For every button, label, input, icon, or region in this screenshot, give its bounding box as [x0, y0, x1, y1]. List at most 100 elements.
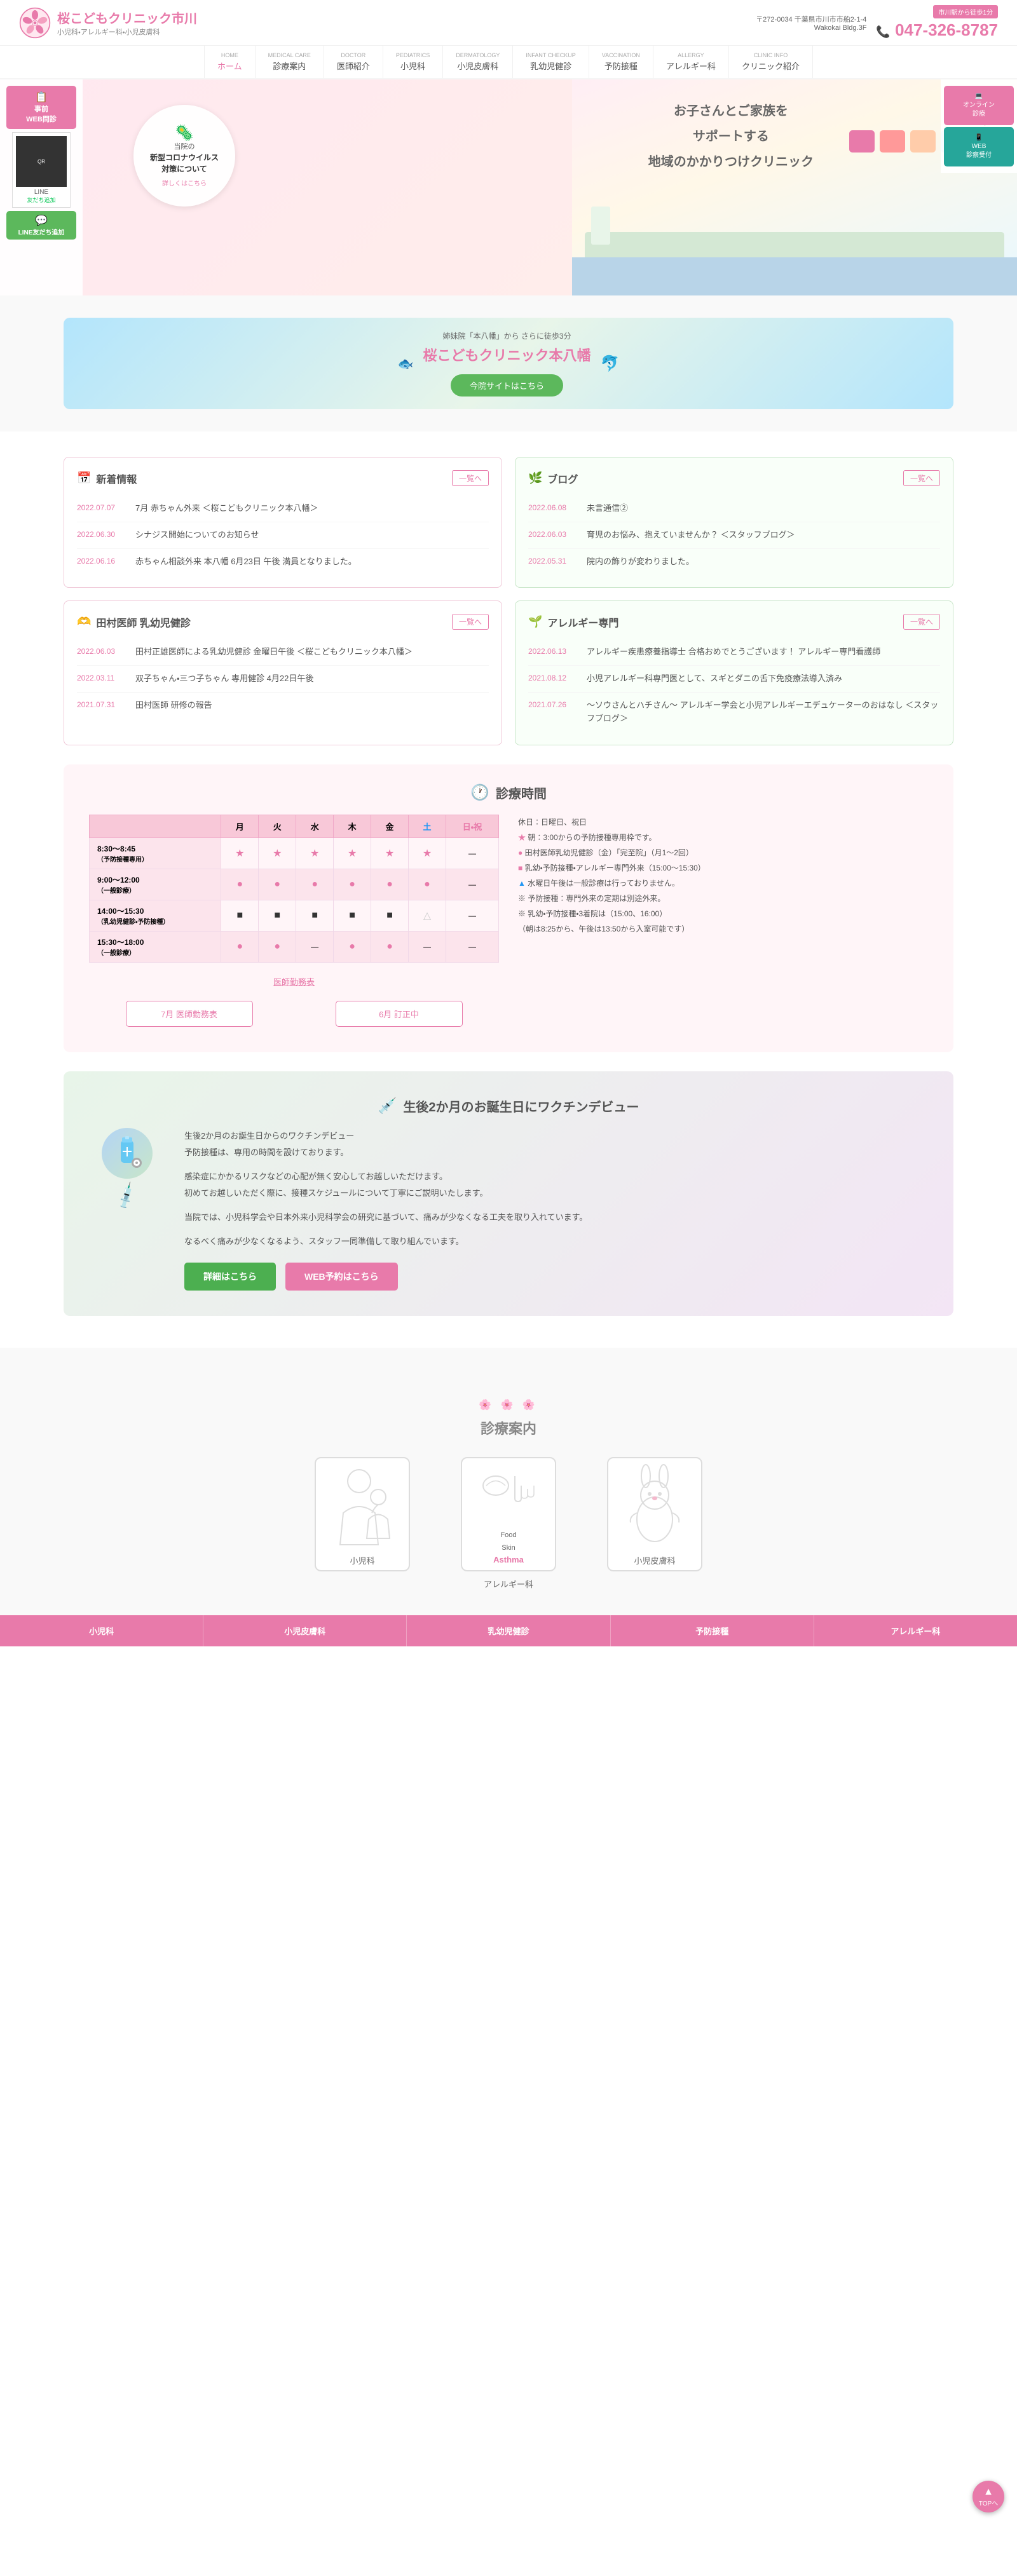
schedule-title: 🕐 診療時間 — [89, 783, 928, 802]
covid-badge-link[interactable]: 詳しくはこちら — [162, 178, 207, 187]
vaccine-web-btn[interactable]: WEB予約はこちら — [285, 1263, 398, 1291]
bottom-nav-vaccine[interactable]: 予防接種 — [611, 1615, 814, 1646]
infant-text-2: 双子ちゃん・三つ子ちゃん 専用健診 4月22日午後 — [135, 672, 313, 686]
nav-item-derm[interactable]: DERMATOLOGY 小児皮膚科 — [443, 46, 513, 78]
logo-icon — [19, 7, 51, 39]
to-top-button[interactable]: ▲ TOPへ — [973, 2481, 1004, 2512]
nav-en-medical: MEDICAL CARE — [268, 52, 311, 58]
nav-item-medical[interactable]: MEDICAL CARE 診療案内 — [256, 46, 324, 78]
online-label: オンライン診療 — [947, 101, 1011, 119]
phone-area: 市川駅から徒歩1分 📞 047-326-8787 — [876, 5, 998, 40]
line-btn[interactable]: 💬 LINE友だち追加 — [6, 211, 76, 240]
allergy-svg — [470, 1463, 547, 1527]
new-clinic-btn[interactable]: 今院サイトはこちら — [451, 374, 563, 397]
schedule-row2-mon: ● — [221, 869, 259, 900]
schedule-row3-thu: ■ — [334, 900, 371, 931]
address-box: 〒272-0034 千葉県市川市市船2-1-4 Wakokai Bldg.3F — [756, 14, 866, 32]
schedule-row1-thu: ★ — [334, 837, 371, 869]
nav-en-allergy: ALLERGY — [678, 52, 704, 58]
allergy-text-1: アレルギー疾患療養指導士 合格おめでとうございます！ アレルギー専門看護師 — [587, 646, 880, 659]
infant-date-3: 2021.07.31 — [77, 699, 128, 712]
infant-card-header: 🫶 田村医師 乳幼児健診 一覧へ — [77, 614, 489, 630]
syringe-icon: 💉 — [111, 1181, 143, 1212]
flower-decoration: 🌸 🌸 🌸 — [25, 1392, 992, 1418]
news-text-2: シナジス開始についてのお知らせ — [135, 529, 259, 542]
schedule-row1-tue: ★ — [259, 837, 296, 869]
nav-item-pediatrics[interactable]: PEDIATRICS 小児科 — [383, 46, 443, 78]
line-label: LINE — [16, 189, 67, 196]
schedule-header-fri: 金 — [371, 815, 409, 837]
allergy-item-1: 2022.06.13 アレルギー疾患療養指導士 合格おめでとうございます！ アレ… — [528, 639, 940, 666]
nav-item-vaccine[interactable]: VACCINATION 予防接種 — [589, 46, 653, 78]
bottom-nav-infant[interactable]: 乳幼児健診 — [407, 1615, 610, 1646]
pediatrics-label: 小児科 — [350, 1554, 374, 1566]
bottom-nav: 小児科 小児皮膚科 乳幼児健診 予防接種 アレルギー科 — [0, 1615, 1017, 1646]
nav-item-home[interactable]: HOME ホーム — [204, 46, 256, 78]
schedule-header-tue: 火 — [259, 815, 296, 837]
schedule-header-wed: 水 — [296, 815, 334, 837]
bottom-nav-pediatrics[interactable]: 小児科 — [0, 1615, 203, 1646]
news-item-1: 2022.07.07 7月 赤ちゃん外来 ＜桜こどもクリニック本八幡＞ — [77, 496, 489, 522]
allergy-text-3: 〜ソウさんとハチさん〜 アレルギー学会と小児アレルギーエデュケーターのおはなし … — [587, 699, 940, 726]
nav-en-infant: INFANT CHECKUP — [526, 52, 575, 58]
nav-label-derm: 小児皮膚科 — [457, 60, 498, 72]
web-consultation-btn[interactable]: 📋 事前 WEB問診 — [6, 86, 76, 129]
allergy-card-icon: Food Skin Asthma — [461, 1457, 556, 1571]
nav-item-clinic[interactable]: CLINIC INFO クリニック紹介 — [729, 46, 813, 78]
july-schedule-btn[interactable]: 7月 医師勤務表 — [126, 1001, 253, 1027]
schedule-header-time — [90, 815, 221, 837]
blog-title: 🌿 ブログ — [528, 471, 578, 486]
bottom-nav-derm[interactable]: 小児皮膚科 — [203, 1615, 407, 1646]
medical-calendar-link[interactable]: 医師勤務表 — [89, 975, 499, 988]
schedule-row4-mon: ● — [221, 931, 259, 962]
june-schedule-btn[interactable]: 6月 訂正中 — [336, 1001, 463, 1027]
news-date-1: 2022.07.07 — [77, 502, 128, 515]
schedule-header-sat: 土 — [409, 815, 446, 837]
nav-item-doctor[interactable]: DOCTOR 医師紹介 — [324, 46, 383, 78]
address-line: 〒272-0034 千葉県市川市市船2-1-4 — [756, 14, 866, 24]
nav-label-doctor: 医師紹介 — [337, 60, 370, 72]
infant-title: 🫶 田村医師 乳幼児健診 — [77, 614, 191, 630]
online-consultation-btn[interactable]: 💻 オンライン診療 — [944, 86, 1014, 125]
vaccine-bottle-svg — [108, 1134, 146, 1172]
schedule-row4-fri: ● — [371, 931, 409, 962]
vaccine-content: 💉 生後2か月のお誕生日からのワクチンデビュー 予防接種は、専用の時間を設けてお… — [89, 1128, 928, 1291]
allergy-skin-label: Skin — [502, 1544, 515, 1552]
schedule-row3-sat: △ — [409, 900, 446, 931]
allergy-card: 🌱 アレルギー専門 一覧へ 2022.06.13 アレルギー疾患療養指導士 合格… — [515, 600, 953, 745]
schedule-header-thu: 木 — [334, 815, 371, 837]
schedule-row4-tue: ● — [259, 931, 296, 962]
vaccine-p2: 感染症にかかるリスクなどの心配が無く安心してお越しいただけます。 初めてお越しい… — [184, 1169, 928, 1202]
hero-left-panel: 📋 事前 WEB問診 QR LINE 友だち追加 💬 LINE友だち追加 — [0, 79, 83, 295]
allergy-more-link[interactable]: 一覧へ — [903, 614, 940, 630]
schedule-layout: 月 火 水 木 金 土 日・祝 8:30〜8:45（予防接種専用） ★ — [89, 815, 928, 1033]
allergy-text-2: 小児アレルギー科専門医として、スギとダニの舌下免疫療法導入済み — [587, 672, 842, 686]
nav-item-allergy[interactable]: ALLERGY アレルギー科 — [653, 46, 729, 78]
news-more-link[interactable]: 一覧へ — [452, 470, 489, 486]
web-reception-btn[interactable]: 📱 WEB診察受付 — [944, 127, 1014, 166]
nav-en-clinic: CLINIC INFO — [754, 52, 788, 58]
diagnosis-card-pediatrics[interactable]: 小児科 — [299, 1457, 426, 1590]
diagnosis-section: 🌸 🌸 🌸 診療案内 小児科 — [0, 1367, 1017, 1615]
schedule-row1-time: 8:30〜8:45（予防接種専用） — [90, 837, 221, 869]
vaccine-detail-btn[interactable]: 詳細はこちら — [184, 1263, 276, 1291]
diagnosis-card-derm[interactable]: 小児皮膚科 — [591, 1457, 718, 1590]
qr-code-area: QR LINE 友だち追加 — [12, 132, 71, 208]
nav-item-infant[interactable]: INFANT CHECKUP 乳幼児健診 — [513, 46, 589, 78]
covid-badge[interactable]: 🦠 当院の 新型コロナウイルス 対策について 詳しくはこちら — [133, 105, 235, 207]
covid-badge-title: 当院の — [174, 142, 195, 152]
blog-more-link[interactable]: 一覧へ — [903, 470, 940, 486]
news-text-3: 赤ちゃん相談外来 本八幡 6月23日 午後 満員となりました。 — [135, 555, 357, 569]
schedule-note-square: ■ 乳幼・予防接種・アレルギー専門外来（15:00〜15:30） — [518, 860, 928, 876]
schedule-row2-sat: ● — [409, 869, 446, 900]
vaccine-p4: なるべく痛みが少なくなるよう、スタッフ一同準備して取り組んでいます。 — [184, 1233, 928, 1250]
blog-date-2: 2022.06.03 — [528, 529, 579, 542]
blog-item-2: 2022.06.03 育児のお悩み、抱えていませんか？ ＜スタッフブログ＞ — [528, 522, 940, 549]
bottom-nav-allergy[interactable]: アレルギー科 — [814, 1615, 1017, 1646]
infant-more-link[interactable]: 一覧へ — [452, 614, 489, 630]
infant-item-3: 2021.07.31 田村医師 研修の報告 — [77, 693, 489, 719]
schedule-row2-time: 9:00〜12:00（一般診療） — [90, 869, 221, 900]
logo-area: 桜こどもクリニック市川 小児科・アレルギー科・小児皮膚科 — [19, 7, 197, 39]
diagnosis-card-allergy[interactable]: Food Skin Asthma アレルギー科 — [445, 1457, 572, 1590]
infant-item-2: 2022.03.11 双子ちゃん・三つ子ちゃん 専用健診 4月22日午後 — [77, 666, 489, 693]
